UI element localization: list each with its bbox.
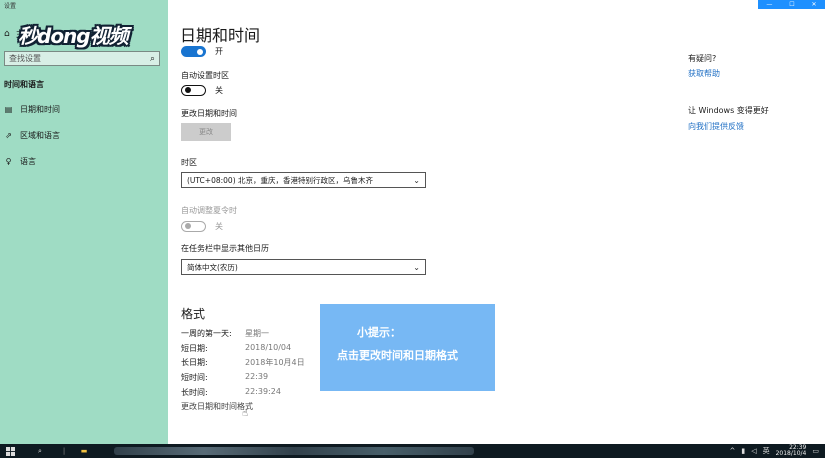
volume-icon[interactable]: ◁ (751, 447, 756, 455)
chevron-down-icon: ⌄ (413, 175, 420, 185)
calendar-select[interactable]: 简体中文(农历) ⌄ (181, 259, 426, 275)
format-key: 短时间: (181, 373, 208, 382)
clock-date: 2018/10/4 (775, 450, 807, 457)
auto-time-state: 开 (215, 47, 223, 56)
help-question: 有疑问? (688, 54, 717, 63)
sidebar-item-label: 日期和时间 (20, 105, 60, 114)
format-value: 2018/10/04 (245, 343, 292, 352)
page-title: 日期和时间 (180, 26, 261, 45)
task-view-icon[interactable]: | (54, 444, 74, 458)
auto-timezone-row: 关 (181, 85, 223, 96)
sidebar-item-date-time[interactable]: ▤ 日期和时间 (4, 104, 60, 115)
auto-time-row: 开 (181, 46, 223, 57)
input-method-indicator[interactable]: 英 (763, 446, 770, 456)
sidebar-item-region[interactable]: ⇗ 区域和语言 (4, 130, 60, 141)
microphone-icon: ♀ (5, 157, 12, 166)
sidebar: 设置 ⌂ 主页 秒dong视频 ⌕ 时间和语言 ▤ 日期和时间 ⇗ 区域和语言 … (0, 0, 168, 444)
calendar-label: 在任务栏中显示其他日历 (181, 244, 269, 253)
chevron-down-icon: ⌄ (413, 262, 420, 272)
dst-row: 关 (181, 221, 223, 232)
dst-toggle (181, 221, 206, 232)
chevron-up-icon[interactable]: ^ (729, 447, 735, 455)
format-key: 长日期: (181, 358, 208, 367)
region-icon: ⇗ (5, 131, 12, 140)
sidebar-item-label: 区域和语言 (20, 131, 60, 140)
dst-label: 自动调整夏令时 (181, 206, 237, 215)
timezone-value: (UTC+08:00) 北京，重庆，香港特别行政区，乌鲁木齐 (187, 175, 374, 185)
section-heading: 时间和语言 (4, 80, 44, 89)
taskbar: ⌕ | ▬ ^ ▮ ◁ 英 22:39 2018/10/4 ▭ (0, 444, 825, 458)
search-input[interactable] (9, 54, 129, 63)
start-button[interactable] (0, 444, 20, 458)
timezone-label: 时区 (181, 158, 197, 167)
clock[interactable]: 22:39 2018/10/4 (776, 445, 807, 457)
format-value: 22:39 (245, 372, 269, 381)
auto-timezone-label: 自动设置时区 (181, 71, 229, 80)
get-help-link[interactable]: 获取帮助 (688, 68, 720, 79)
search-icon[interactable]: ⌕ (30, 444, 50, 458)
hint-box: 小提示： 点击更改时间和日期格式 (320, 304, 495, 391)
dst-state: 关 (215, 222, 223, 231)
maximize-button[interactable]: ☐ (789, 1, 794, 8)
timezone-select[interactable]: (UTC+08:00) 北京，重庆，香港特别行政区，乌鲁木齐 ⌄ (181, 172, 426, 188)
sidebar-item-speech[interactable]: ♀ 语言 (4, 156, 36, 167)
window-controls: — ☐ ✕ (758, 0, 825, 9)
calendar-value: 简体中文(农历) (187, 262, 238, 272)
file-explorer-icon[interactable]: ▬ (74, 444, 94, 458)
search-box[interactable]: ⌕ (4, 51, 160, 66)
auto-timezone-state: 关 (215, 86, 223, 95)
watermark-logo: 秒dong视频 (18, 24, 129, 48)
format-value: 2018年10月4日 (245, 358, 305, 367)
format-key: 短日期: (181, 344, 208, 353)
network-icon[interactable]: ▮ (741, 447, 745, 455)
format-value: 星期一 (245, 329, 269, 338)
feedback-link[interactable]: 向我们提供反馈 (688, 121, 744, 132)
hand-cursor-icon: ☝ (242, 408, 249, 419)
calendar-icon: ▤ (4, 105, 13, 114)
search-icon[interactable]: ⌕ (150, 54, 155, 64)
hint-body: 点击更改时间和日期格式 (337, 349, 458, 362)
format-heading: 格式 (181, 307, 206, 321)
home-icon: ⌂ (4, 28, 10, 39)
close-button[interactable]: ✕ (812, 1, 817, 8)
taskbar-apps-blurred (114, 447, 474, 455)
format-key: 长时间: (181, 388, 208, 397)
minimize-button[interactable]: — (766, 1, 772, 8)
format-key: 一周的第一天: (181, 329, 232, 338)
improve-windows-heading: 让 Windows 变得更好 (688, 106, 769, 115)
sidebar-item-label: 语言 (20, 157, 36, 166)
auto-timezone-toggle[interactable] (181, 85, 206, 96)
notification-icon[interactable]: ▭ (812, 447, 819, 455)
system-tray: ^ ▮ ◁ 英 22:39 2018/10/4 ▭ (729, 444, 819, 458)
windows-logo-icon (5, 446, 15, 456)
app-title: 设置 (4, 3, 17, 10)
hint-title: 小提示： (357, 326, 401, 339)
auto-time-toggle[interactable] (181, 46, 206, 57)
change-datetime-button[interactable]: 更改 (181, 123, 231, 141)
change-datetime-label: 更改日期和时间 (181, 109, 237, 118)
format-value: 22:39:24 (245, 387, 281, 396)
